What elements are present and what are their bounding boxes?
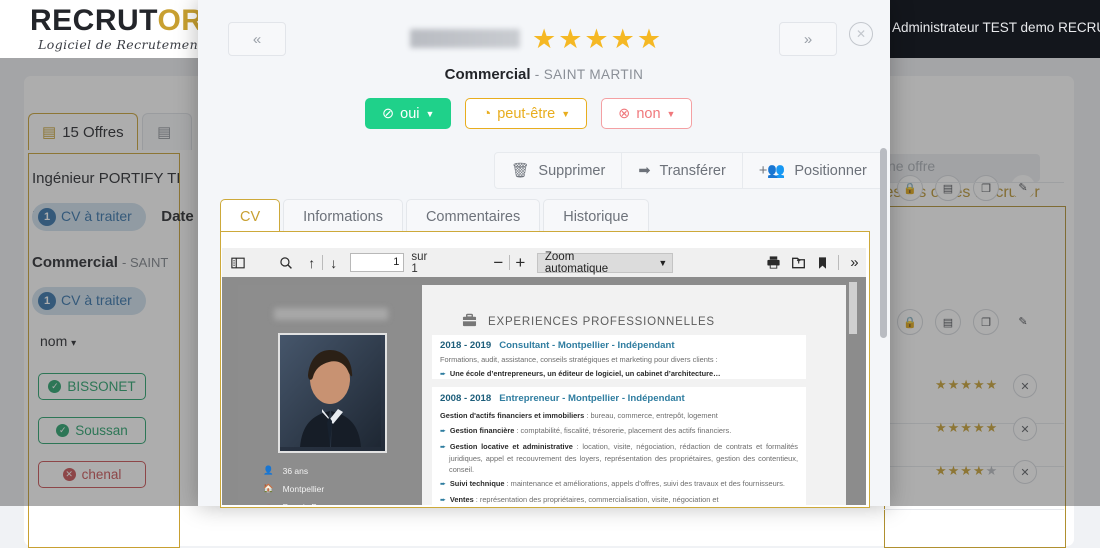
tab-cv[interactable]: CV bbox=[220, 199, 281, 233]
bullet-icon: ➨ bbox=[440, 481, 446, 489]
cv-right-column: EXPERIENCES PROFESSIONNELLES 2018 - 2019… bbox=[422, 285, 846, 505]
xp2-b4-text: : représentation des propriétaires, comm… bbox=[473, 494, 719, 504]
sidebar-toggle-icon[interactable] bbox=[222, 256, 255, 270]
delete-label: Supprimer bbox=[538, 162, 606, 179]
xp1-years: 2018 - 2019 bbox=[440, 340, 492, 351]
chevron-double-right-icon[interactable]: » bbox=[843, 254, 866, 271]
modal-tabs: CV Informations Commentaires Historique bbox=[220, 199, 652, 233]
candidate-rating-stars[interactable]: ★★★★★ bbox=[532, 24, 663, 55]
cv-detail-city: 🏠 Montpellier bbox=[263, 483, 325, 494]
cv-detail-licence: 🚗Permis B bbox=[263, 501, 317, 505]
position-title: Commercial bbox=[444, 66, 531, 83]
modal-scrollbar-thumb[interactable] bbox=[880, 148, 887, 338]
chevron-down-icon: ▼ bbox=[561, 108, 571, 119]
cv-left-column: 👤36 ans 🏠Montpellier 🚗Permis B bbox=[238, 285, 422, 505]
cv-experience-1: 2018 - 2019 Consultant - Montpellier - I… bbox=[432, 335, 806, 379]
zoom-out-button[interactable]: − bbox=[488, 253, 509, 273]
person-icon: 👤 bbox=[263, 465, 274, 475]
position-button[interactable]: +👥 Positionner bbox=[742, 152, 884, 189]
logo-tagline: Logiciel de Recrutement bbox=[38, 37, 204, 52]
cv-photo bbox=[278, 333, 387, 453]
pdf-page-input[interactable]: 1 bbox=[350, 253, 405, 272]
xp2-title: Entrepreneur - Montpellier - Indépendant bbox=[499, 393, 685, 404]
xp2-b3-text: : maintenance et améliorations, appels d… bbox=[504, 479, 785, 489]
delete-button[interactable]: 🗑 Supprimer bbox=[494, 152, 623, 189]
zoom-in-button[interactable]: + bbox=[510, 253, 531, 273]
zoom-select-value: Zoom automatique bbox=[544, 250, 609, 275]
xp2-years: 2008 - 2018 bbox=[440, 393, 492, 404]
home-icon: 🏠 bbox=[263, 483, 274, 493]
logo-text-accent: OR bbox=[157, 4, 204, 37]
cv-experience-2: 2008 - 2018 Entrepreneur - Montpellier -… bbox=[432, 387, 806, 505]
transfer-button[interactable]: ➡ Transférer bbox=[622, 152, 743, 189]
tab-informations[interactable]: Informations bbox=[283, 199, 403, 233]
trash-icon: 🗑 bbox=[511, 163, 530, 179]
printer-icon[interactable] bbox=[761, 255, 786, 270]
decision-peut-etre-button[interactable]: ◔ peut-être ▼ bbox=[465, 98, 588, 129]
position-label: Positionner bbox=[794, 162, 867, 179]
position-line: Commercial - SAINT MARTIN bbox=[198, 66, 890, 83]
bookmark-icon[interactable] bbox=[811, 256, 834, 270]
clock-icon: ◔ bbox=[482, 105, 492, 122]
decision-non-label: non bbox=[636, 105, 661, 122]
xp2-b1-text: : comptabilité, fiscalité, trésorerie, p… bbox=[514, 426, 732, 436]
bullet-icon: ➨ bbox=[440, 443, 446, 451]
close-icon[interactable]: ✕ bbox=[849, 22, 873, 46]
decision-oui-label: oui bbox=[400, 105, 420, 122]
current-user-label: Administrateur TEST demo RECRUTOR bbox=[892, 20, 1100, 35]
pdf-scrollbar-thumb[interactable] bbox=[849, 282, 857, 334]
xp2-b4-lead: Ventes bbox=[449, 494, 474, 504]
pdf-page: 👤36 ans 🏠Montpellier 🚗Permis B EXPERIENC… bbox=[238, 285, 846, 505]
xp1-intro: Formations, audit, assistance, conseils … bbox=[440, 355, 718, 364]
arrow-down-icon[interactable]: ↓ bbox=[323, 255, 344, 271]
arrow-up-icon[interactable]: ↑ bbox=[301, 255, 322, 271]
bullet-icon: ➨ bbox=[440, 496, 446, 504]
xp2-b1-lead: Gestion financière bbox=[449, 426, 515, 436]
cv-detail-age: 👤 36 ans bbox=[263, 465, 309, 476]
decision-oui-button[interactable]: ⊘ oui ▼ bbox=[365, 98, 452, 129]
cv-section-title: EXPERIENCES PROFESSIONNELLES bbox=[488, 315, 715, 328]
pdf-viewport[interactable]: 👤36 ans 🏠Montpellier 🚗Permis B EXPERIENC… bbox=[222, 277, 866, 505]
bullet-icon: ➨ bbox=[440, 370, 446, 378]
xp2-intro: : bureau, commerce, entrepôt, logement bbox=[584, 411, 718, 420]
car-icon: 🚗 bbox=[263, 501, 274, 505]
chevron-down-icon: ▼ bbox=[658, 257, 668, 268]
search-icon[interactable] bbox=[271, 256, 302, 270]
cancel-circle-icon: ⊗ bbox=[618, 105, 631, 122]
position-location: - SAINT MARTIN bbox=[534, 67, 644, 82]
cv-name-redacted bbox=[274, 308, 388, 320]
decision-peut-etre-label: peut-être bbox=[497, 105, 556, 122]
xp1-bullet-1: Une école d’entrepreneurs, un éditeur de… bbox=[449, 368, 721, 378]
tab-historique[interactable]: Historique bbox=[543, 199, 649, 233]
bullet-icon: ➨ bbox=[440, 428, 446, 436]
candidate-name-redacted bbox=[410, 29, 520, 48]
cv-section-heading: EXPERIENCES PROFESSIONNELLES bbox=[462, 313, 715, 330]
xp1-title: Consultant - Montpellier - Indépendant bbox=[499, 340, 675, 351]
app-logo: RECRUTOR Logiciel de Recrutement bbox=[30, 4, 204, 53]
chevron-down-icon: ▼ bbox=[666, 108, 676, 119]
tab-commentaires[interactable]: Commentaires bbox=[405, 199, 541, 233]
xp2-b2-lead: Gestion locative et administrative bbox=[449, 441, 573, 451]
decision-non-button[interactable]: ⊗ non ▼ bbox=[601, 98, 693, 129]
save-icon[interactable] bbox=[786, 255, 811, 270]
transfer-label: Transférer bbox=[659, 162, 726, 179]
pdf-toolbar: ↑ ↓ 1 sur 1 − + Zoom automatique ▼ » bbox=[222, 248, 866, 278]
chevron-down-icon: ▼ bbox=[425, 108, 435, 119]
xp2-b3-lead: Suivi technique bbox=[449, 479, 505, 489]
arrow-right-icon: ➡ bbox=[638, 162, 651, 179]
next-candidate-button[interactable]: » bbox=[779, 22, 837, 56]
add-people-icon: +👥 bbox=[758, 163, 786, 179]
briefcase-icon bbox=[462, 313, 477, 330]
pdf-page-total: sur 1 bbox=[411, 250, 428, 275]
decision-buttons: ⊘ oui ▼ ◔ peut-être ▼ ⊗ non ▼ bbox=[365, 98, 693, 129]
prev-candidate-button[interactable]: « bbox=[228, 22, 286, 56]
action-buttons: 🗑 Supprimer ➡ Transférer +👥 Positionner bbox=[494, 152, 884, 189]
logo-text-main: RECRUT bbox=[30, 4, 158, 37]
check-circle-icon: ⊘ bbox=[382, 105, 395, 122]
zoom-select[interactable]: Zoom automatique ▼ bbox=[536, 250, 674, 275]
xp2-intro-bold: Gestion d'actifs financiers et immobilie… bbox=[440, 411, 585, 420]
